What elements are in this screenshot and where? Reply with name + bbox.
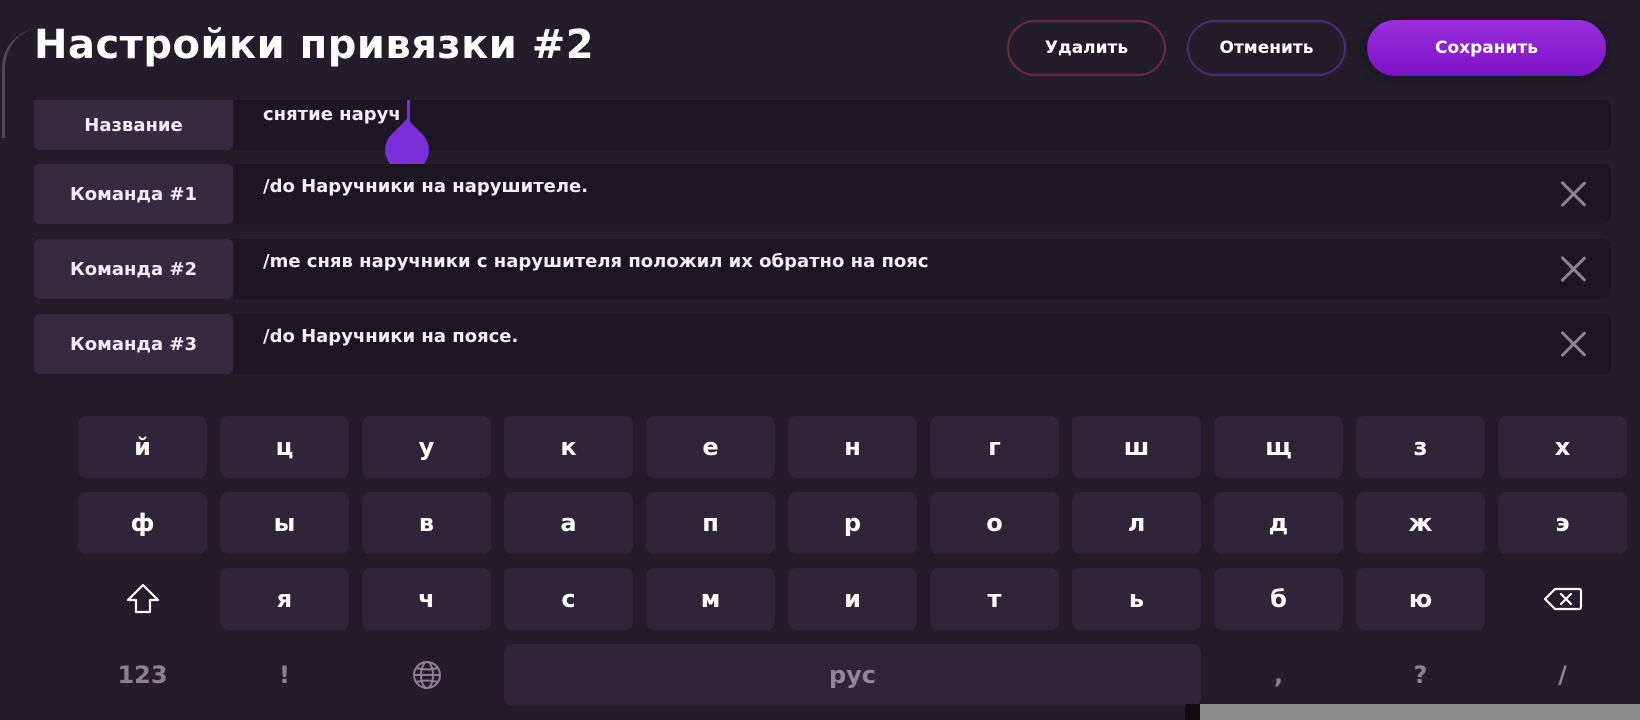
key[interactable]: у xyxy=(362,416,491,478)
comma-key[interactable]: , xyxy=(1214,644,1343,706)
key[interactable]: ц xyxy=(220,416,349,478)
key[interactable]: ч xyxy=(362,568,491,630)
command-row-3: Команда #3 /do Наручники на поясе. xyxy=(34,314,1611,374)
command-input-3[interactable]: /do Наручники на поясе. xyxy=(233,314,1611,374)
name-row: Название снятие наруч xyxy=(34,100,1611,150)
key[interactable]: н xyxy=(788,416,917,478)
keyboard-row-3: я ч с м и т ь б ю xyxy=(78,568,1588,630)
key[interactable]: с xyxy=(504,568,633,630)
name-input[interactable]: снятие наруч xyxy=(233,100,1611,150)
key[interactable]: в xyxy=(362,492,491,554)
key[interactable]: и xyxy=(788,568,917,630)
backspace-icon xyxy=(1543,587,1582,611)
keyboard-row-2: ф ы в а п р о л д ж э xyxy=(78,492,1627,554)
key[interactable]: й xyxy=(78,416,207,478)
key[interactable]: е xyxy=(646,416,775,478)
bottom-overlay-bar xyxy=(1200,704,1640,720)
command-input-value-1: /do Наручники на нарушителе. xyxy=(263,176,589,197)
key[interactable]: д xyxy=(1214,492,1343,554)
key[interactable]: ю xyxy=(1356,568,1485,630)
bottom-edge-shadow xyxy=(1185,704,1200,720)
command-input-value-3: /do Наручники на поясе. xyxy=(263,326,519,347)
key[interactable]: б xyxy=(1214,568,1343,630)
key[interactable]: к xyxy=(504,416,633,478)
key[interactable]: ы xyxy=(220,492,349,554)
space-key[interactable]: рус xyxy=(504,644,1201,706)
key[interactable]: щ xyxy=(1214,416,1343,478)
save-button[interactable]: Сохранить xyxy=(1367,20,1606,76)
key[interactable]: ж xyxy=(1356,492,1485,554)
key[interactable]: п xyxy=(646,492,775,554)
question-key[interactable]: ? xyxy=(1356,644,1485,706)
key[interactable]: м xyxy=(646,568,775,630)
remove-command-1-close-icon[interactable] xyxy=(1559,180,1587,208)
page-title: Настройки привязки #2 xyxy=(34,22,595,68)
key[interactable]: ш xyxy=(1072,416,1201,478)
delete-button[interactable]: Удалить xyxy=(1007,20,1166,76)
remove-command-3-close-icon[interactable] xyxy=(1559,330,1587,358)
key[interactable]: я xyxy=(220,568,349,630)
slash-key[interactable]: / xyxy=(1498,644,1627,706)
keyboard-row-4: 123 ! рус , ? / xyxy=(78,644,1588,706)
backspace-key[interactable] xyxy=(1498,568,1627,630)
command-label-1: Команда #1 xyxy=(34,164,233,224)
globe-icon xyxy=(412,661,441,689)
key[interactable]: о xyxy=(930,492,1059,554)
key[interactable]: л xyxy=(1072,492,1201,554)
shift-key[interactable] xyxy=(78,568,207,630)
key[interactable]: г xyxy=(930,416,1059,478)
name-label: Название xyxy=(34,100,233,150)
exclamation-key[interactable]: ! xyxy=(220,644,349,706)
command-row-2: Команда #2 /me сняв наручники с нарушите… xyxy=(34,239,1611,299)
command-row-1: Команда #1 /do Наручники на нарушителе. xyxy=(34,164,1611,224)
command-input-2[interactable]: /me сняв наручники с нарушителя положил … xyxy=(233,239,1611,299)
numbers-key[interactable]: 123 xyxy=(78,644,207,706)
remove-command-2-close-icon[interactable] xyxy=(1559,255,1587,283)
name-input-value: снятие наруч xyxy=(263,104,401,125)
on-screen-keyboard: й ц у к е н г ш щ з х ф ы в а п р о л д … xyxy=(78,416,1627,716)
key[interactable]: р xyxy=(788,492,917,554)
shift-icon xyxy=(126,583,159,614)
key[interactable]: т xyxy=(930,568,1059,630)
command-label-3: Команда #3 xyxy=(34,314,233,374)
keyboard-row-1: й ц у к е н г ш щ з х xyxy=(78,416,1627,478)
cancel-button[interactable]: Отменить xyxy=(1187,20,1346,76)
key[interactable]: з xyxy=(1356,416,1485,478)
key[interactable]: ь xyxy=(1072,568,1201,630)
language-key[interactable] xyxy=(362,644,491,706)
command-input-1[interactable]: /do Наручники на нарушителе. xyxy=(233,164,1611,224)
command-input-value-2: /me сняв наручники с нарушителя положил … xyxy=(263,251,929,272)
command-label-2: Команда #2 xyxy=(34,239,233,299)
key[interactable]: а xyxy=(504,492,633,554)
key[interactable]: х xyxy=(1498,416,1627,478)
key[interactable]: э xyxy=(1498,492,1627,554)
key[interactable]: ф xyxy=(78,492,207,554)
